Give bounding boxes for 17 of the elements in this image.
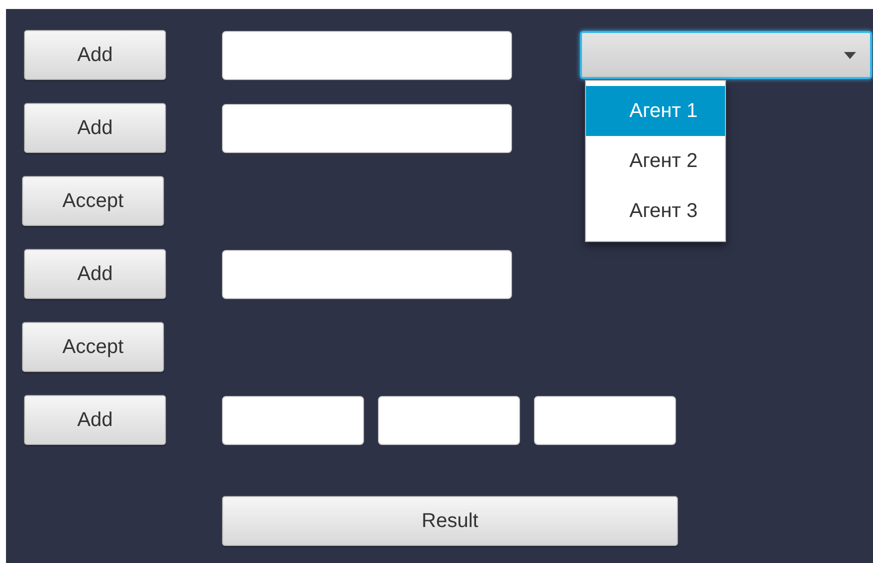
- text-field[interactable]: [222, 30, 512, 80]
- add-button[interactable]: Add: [24, 103, 166, 153]
- accept-button[interactable]: Accept: [22, 176, 164, 226]
- caret-icon: [844, 52, 856, 58]
- dropdown-option[interactable]: Агент 3: [586, 186, 725, 236]
- text-field[interactable]: [378, 396, 520, 444]
- add-button[interactable]: Add: [24, 395, 166, 445]
- text-field[interactable]: [222, 250, 512, 298]
- result-button[interactable]: Result: [222, 496, 678, 546]
- dropdown[interactable]: [580, 31, 872, 79]
- text-field[interactable]: [222, 396, 364, 444]
- accept-button[interactable]: Accept: [22, 322, 164, 372]
- add-button[interactable]: Add: [24, 249, 166, 299]
- text-field[interactable]: [534, 396, 676, 444]
- add-button[interactable]: Add: [24, 30, 166, 80]
- dropdown-option[interactable]: Агент 2: [586, 136, 725, 186]
- text-field[interactable]: [222, 104, 512, 152]
